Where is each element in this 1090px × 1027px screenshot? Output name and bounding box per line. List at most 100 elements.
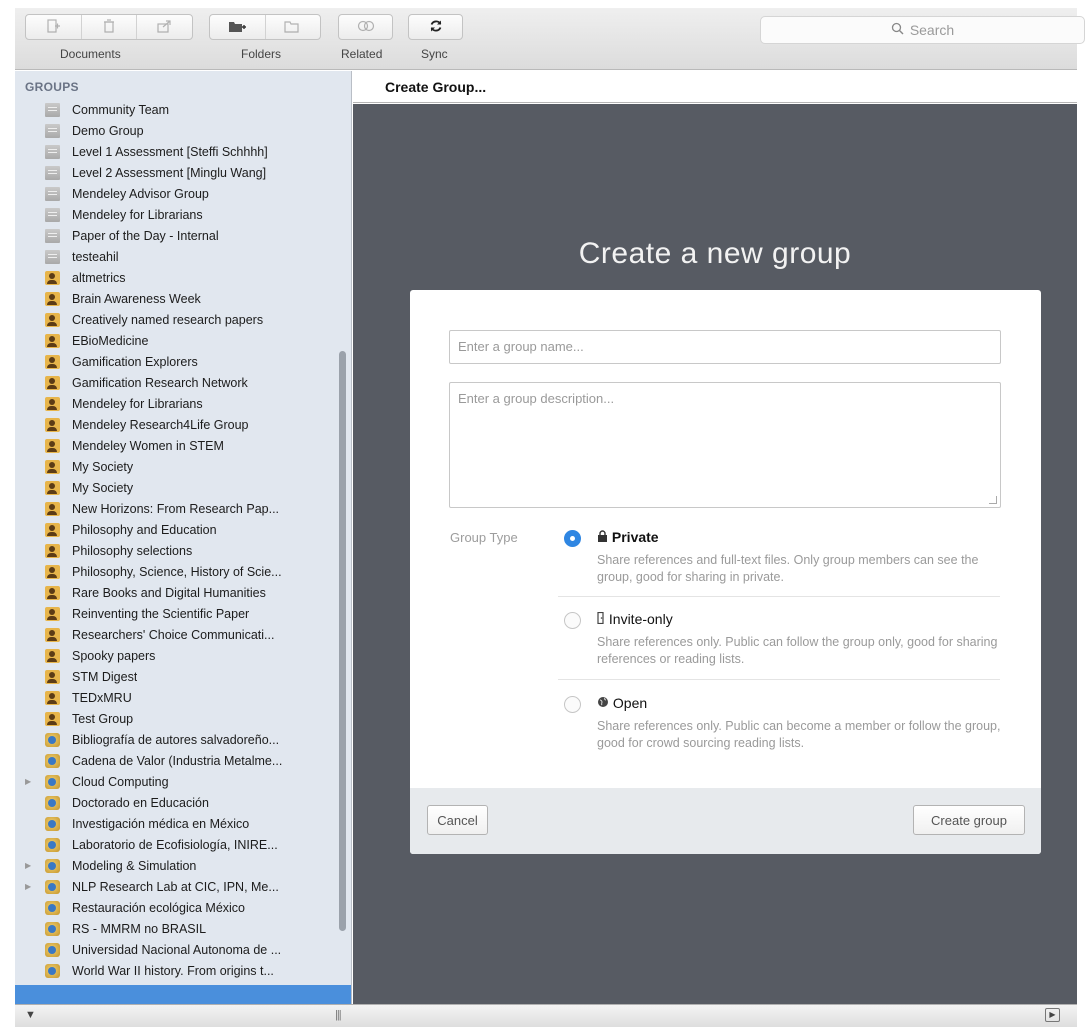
- sidebar-group-item[interactable]: Reinventing the Scientific Paper: [15, 603, 340, 624]
- sidebar-group-item[interactable]: Demo Group: [15, 120, 340, 141]
- sidebar-group-item[interactable]: Universidad Nacional Autonoma de ...: [15, 939, 340, 960]
- group-name-input[interactable]: Enter a group name...: [449, 330, 1001, 364]
- sidebar-group-label: Mendeley for Librarians: [72, 207, 203, 222]
- sidebar-group-item[interactable]: Mendeley Women in STEM: [15, 435, 340, 456]
- sidebar-group-item[interactable]: Researchers' Choice Communicati...: [15, 624, 340, 645]
- sidebar-group-item[interactable]: Philosophy and Education: [15, 519, 340, 540]
- sidebar-scrollbar[interactable]: [339, 351, 346, 931]
- option-private[interactable]: Private Share references and full-text f…: [564, 528, 1004, 588]
- related-button-group: [338, 14, 393, 40]
- search-placeholder: Search: [909, 22, 955, 38]
- sidebar-group-item[interactable]: My Society: [15, 477, 340, 498]
- sidebar-group-label: Gamification Explorers: [72, 354, 198, 369]
- sidebar-group-label: Demo Group: [72, 123, 144, 138]
- open-radio[interactable]: [564, 696, 581, 713]
- toolbar: Documents Folders Related Sync Search: [15, 8, 1085, 70]
- sidebar-group-label: Mendeley for Librarians: [72, 396, 203, 411]
- sidebar: GROUPS Community Team Demo Group Level 1 A…: [15, 71, 352, 1004]
- invite-only-description: Share references only. Public can follow…: [597, 635, 998, 666]
- create-group-dialog: Enter a group name... Enter a group desc…: [410, 290, 1041, 854]
- sidebar-group-item[interactable]: Level 2 Assessment [Minglu Wang]: [15, 162, 340, 183]
- sidebar-group-item[interactable]: New Horizons: From Research Pap...: [15, 498, 340, 519]
- disclosure-triangle-icon[interactable]: ▶: [25, 882, 31, 891]
- sidebar-group-item[interactable]: Cadena de Valor (Industria Metalme...: [15, 750, 340, 771]
- sidebar-group-item[interactable]: Philosophy, Science, History of Scie...: [15, 561, 340, 582]
- user-group-icon: [45, 354, 60, 369]
- sidebar-group-item[interactable]: Investigación médica en México: [15, 813, 340, 834]
- selected-sidebar-item[interactable]: [15, 985, 351, 1004]
- sidebar-group-item[interactable]: Community Team: [15, 99, 340, 120]
- user-group-icon: [45, 480, 60, 495]
- resize-handle[interactable]: [989, 496, 997, 504]
- sync-button[interactable]: [409, 15, 462, 39]
- sidebar-group-item[interactable]: Mendeley for Librarians: [15, 393, 340, 414]
- sidebar-group-item[interactable]: Mendeley Advisor Group: [15, 183, 340, 204]
- option-invite-only[interactable]: Invite-only Share references only. Publi…: [564, 610, 1004, 670]
- create-group-button[interactable]: Create group: [913, 805, 1025, 835]
- sidebar-group-item[interactable]: EBioMedicine: [15, 330, 340, 351]
- disclosure-triangle-icon[interactable]: ▶: [25, 861, 31, 870]
- share-document-button[interactable]: [137, 15, 192, 39]
- sidebar-group-label: Mendeley Women in STEM: [72, 438, 224, 453]
- add-document-button[interactable]: [26, 15, 82, 39]
- sidebar-group-item[interactable]: Doctorado en Educación: [15, 792, 340, 813]
- invite-only-radio[interactable]: [564, 612, 581, 629]
- gray-group-icon: [45, 207, 60, 222]
- sidebar-group-item[interactable]: Gamification Research Network: [15, 372, 340, 393]
- sidebar-group-item[interactable]: Paper of the Day - Internal: [15, 225, 340, 246]
- globe-group-icon: [45, 837, 60, 852]
- sidebar-group-label: Cadena de Valor (Industria Metalme...: [72, 753, 283, 768]
- sidebar-group-label: Laboratorio de Ecofisiología, INIRE...: [72, 837, 278, 852]
- sidebar-group-item[interactable]: altmetrics: [15, 267, 340, 288]
- invite-only-title: Invite-only: [597, 611, 673, 627]
- sidebar-group-item[interactable]: Philosophy selections: [15, 540, 340, 561]
- user-group-icon: [45, 396, 60, 411]
- sidebar-group-item[interactable]: World War II history. From origins t...: [15, 960, 340, 981]
- sidebar-group-label: Test Group: [72, 711, 134, 726]
- sidebar-group-item[interactable]: Spooky papers: [15, 645, 340, 666]
- globe-group-icon: [45, 921, 60, 936]
- sidebar-group-item[interactable]: Test Group: [15, 708, 340, 729]
- sidebar-group-label: RS - MMRM no BRASIL: [72, 921, 207, 936]
- private-radio[interactable]: [564, 530, 581, 547]
- sidebar-group-item[interactable]: ▶ NLP Research Lab at CIC, IPN, Me...: [15, 876, 340, 897]
- sync-button-group: [408, 14, 463, 40]
- sidebar-group-item[interactable]: ▶ Cloud Computing: [15, 771, 340, 792]
- delete-document-button[interactable]: [82, 15, 138, 39]
- user-group-icon: [45, 564, 60, 579]
- sidebar-group-item[interactable]: RS - MMRM no BRASIL: [15, 918, 340, 939]
- sidebar-group-item[interactable]: Restauración ecológica México: [15, 897, 340, 918]
- filter-icon[interactable]: ▼: [25, 1009, 36, 1021]
- globe-group-icon: [45, 795, 60, 810]
- sidebar-group-item[interactable]: Level 1 Assessment [Steffi Schhhh]: [15, 141, 340, 162]
- sidebar-group-item[interactable]: Bibliografía de autores salvadoreño...: [15, 729, 340, 750]
- documents-label: Documents: [60, 47, 121, 61]
- sidebar-group-item[interactable]: Brain Awareness Week: [15, 288, 340, 309]
- remove-folder-button[interactable]: [266, 15, 321, 39]
- sidebar-group-item[interactable]: Mendeley for Librarians: [15, 204, 340, 225]
- sidebar-group-item[interactable]: ▶ Modeling & Simulation: [15, 855, 340, 876]
- sidebar-group-item[interactable]: Creatively named research papers: [15, 309, 340, 330]
- sidebar-group-item[interactable]: Gamification Explorers: [15, 351, 340, 372]
- sidebar-group-item[interactable]: Laboratorio de Ecofisiología, INIRE...: [15, 834, 340, 855]
- sidebar-group-item[interactable]: testeahil: [15, 246, 340, 267]
- sidebar-group-item[interactable]: My Society: [15, 456, 340, 477]
- sidebar-group-item[interactable]: Rare Books and Digital Humanities: [15, 582, 340, 603]
- dialog-footer: Cancel Create group: [410, 788, 1041, 854]
- disclosure-triangle-icon[interactable]: ▶: [25, 777, 31, 786]
- details-panel-toggle-icon[interactable]: ▶: [1045, 1008, 1060, 1022]
- group-description-input[interactable]: Enter a group description...: [449, 382, 1001, 508]
- sidebar-group-item[interactable]: Mendeley Research4Life Group: [15, 414, 340, 435]
- related-icon: [357, 20, 375, 35]
- sidebar-group-item[interactable]: TEDxMRU: [15, 687, 340, 708]
- sidebar-group-item[interactable]: STM Digest: [15, 666, 340, 687]
- add-folder-button[interactable]: [210, 15, 266, 39]
- option-open[interactable]: Open Share references only. Public can b…: [564, 694, 1004, 754]
- sidebar-group-label: Modeling & Simulation: [72, 858, 197, 873]
- search-input[interactable]: Search: [760, 16, 1085, 44]
- private-description: Share references and full-text files. On…: [597, 553, 979, 584]
- cancel-button[interactable]: Cancel: [427, 805, 488, 835]
- sidebar-group-label: Restauración ecológica México: [72, 900, 246, 915]
- sidebar-resize-grip[interactable]: |||: [335, 1009, 342, 1021]
- related-button[interactable]: [339, 15, 392, 39]
